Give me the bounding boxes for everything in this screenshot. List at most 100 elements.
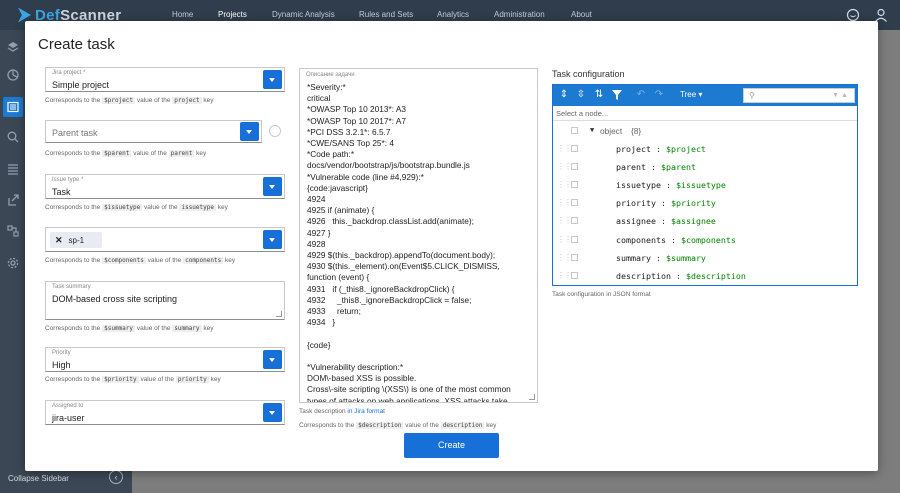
collapse-all-icon[interactable]: ⇳ — [575, 89, 587, 101]
sort-icon[interactable]: ⇅ — [593, 89, 605, 101]
projects-list-icon[interactable] — [3, 97, 23, 117]
jira-project-select[interactable]: Jira project * Simple project — [45, 67, 285, 92]
row-checkbox[interactable] — [571, 253, 578, 261]
field-value: Simple project — [52, 80, 110, 90]
tree-row[interactable]: ⋮⋮ description : $description — [553, 268, 857, 285]
notifications-icon[interactable] — [846, 8, 860, 22]
nav-administration[interactable]: Administration — [494, 10, 545, 19]
description-key-hint: Corresponds to the $description value of… — [299, 422, 497, 429]
tree-value: $parent — [660, 162, 696, 173]
drag-handle-icon[interactable]: ⋮⋮ — [557, 253, 572, 262]
drag-handle-icon[interactable]: ⋮⋮ — [557, 198, 572, 207]
tree-key: parent — [616, 162, 646, 173]
task-summary-textarea[interactable]: Task summary DOM-based cross site script… — [45, 281, 285, 320]
dashboard-chart-icon[interactable] — [7, 69, 19, 81]
row-checkbox[interactable] — [571, 181, 578, 189]
nav-home[interactable]: Home — [172, 10, 193, 19]
priority-select[interactable]: Priority High — [45, 347, 285, 372]
row-checkbox[interactable] — [571, 217, 578, 225]
nav-about[interactable]: About — [571, 10, 592, 19]
mode-select[interactable]: Tree ▾ — [680, 90, 702, 99]
nav-rules-and-sets[interactable]: Rules and Sets — [359, 10, 413, 19]
row-checkbox[interactable] — [571, 127, 578, 134]
field-label: Task summary — [52, 284, 91, 290]
components-select[interactable]: ✕ sp-1 — [45, 227, 285, 252]
list-icon[interactable] — [7, 163, 19, 175]
parent-task-select[interactable]: Parent task — [45, 120, 262, 143]
nav-projects[interactable]: Projects — [218, 10, 247, 19]
issuetype-hint: Corresponds to the $issuetype value of t… — [45, 204, 228, 211]
chevron-down-icon[interactable] — [263, 350, 282, 369]
expand-all-icon[interactable]: ⇕ — [558, 89, 570, 101]
caret-down-icon[interactable]: ▼ — [590, 126, 594, 134]
tree-value: $components — [680, 234, 736, 245]
json-search-input[interactable]: ⚲ ▼▲ — [743, 88, 855, 103]
description-hint: Task description in Jira format — [299, 408, 385, 415]
tree-key: priority — [616, 198, 656, 209]
tree-separator: : — [650, 252, 666, 263]
tree-value: $project — [665, 144, 706, 154]
summary-hint: Corresponds to the $summary value of the… — [45, 325, 214, 332]
search-scan-icon[interactable] — [7, 131, 19, 143]
tree-row[interactable]: ⋮⋮ issuetype : $issuetype — [553, 177, 857, 195]
chevron-down-icon[interactable] — [263, 403, 282, 422]
chevron-left-icon[interactable]: ‹ — [109, 470, 123, 484]
drag-handle-icon[interactable]: ⋮⋮ — [557, 144, 572, 153]
tree-separator: : — [670, 270, 686, 281]
tree-row[interactable]: ⋮⋮ priority : $priority — [553, 195, 857, 213]
nav-dynamic-analysis[interactable]: Dynamic Analysis — [272, 10, 335, 19]
tree-separator: : — [660, 180, 676, 191]
assigned-to-select[interactable]: Assigned to jira-user — [45, 400, 285, 425]
undo-icon[interactable]: ↶ — [635, 89, 647, 101]
drag-handle-icon[interactable]: ⋮⋮ — [557, 235, 572, 244]
filter-icon[interactable] — [611, 89, 623, 101]
tree-row[interactable]: ⋮⋮ project : $project — [553, 141, 857, 159]
resize-handle-icon[interactable] — [529, 394, 535, 400]
nav-analytics[interactable]: Analytics — [437, 10, 469, 19]
chevron-down-icon[interactable] — [263, 177, 282, 196]
drag-handle-icon[interactable]: ⋮⋮ — [557, 216, 572, 225]
field-value: DOM-based cross site scripting — [52, 294, 178, 304]
field-label: Описание задачи — [306, 72, 355, 78]
tree-row[interactable]: ⋮⋮ summary : $summary — [553, 250, 857, 268]
priority-hint: Corresponds to the $priority value of th… — [45, 376, 221, 383]
field-value: jira-user — [52, 413, 85, 423]
row-checkbox[interactable] — [571, 271, 578, 279]
integrations-icon[interactable] — [7, 225, 19, 237]
chevron-down-icon[interactable] — [263, 70, 282, 89]
components-hint: Corresponds to the $components value of … — [45, 257, 236, 264]
field-label: Jira project * — [52, 70, 86, 76]
drag-handle-icon[interactable]: ⋮⋮ — [557, 180, 572, 189]
jira-format-link[interactable]: in Jira format — [347, 408, 385, 415]
row-checkbox[interactable] — [571, 235, 578, 243]
user-profile-icon[interactable] — [874, 8, 888, 22]
issue-type-select[interactable]: Issue type * Task — [45, 174, 285, 199]
sidebar — [0, 30, 25, 493]
drag-handle-icon[interactable]: ⋮⋮ — [557, 162, 572, 171]
tree-key: components — [616, 234, 666, 245]
clear-parent-icon[interactable] — [269, 125, 281, 137]
export-icon[interactable] — [7, 194, 19, 206]
chevron-down-icon[interactable] — [240, 122, 259, 141]
row-checkbox[interactable] — [571, 145, 578, 152]
task-description-textarea[interactable]: Описание задачи *Severity:* critical *OW… — [299, 68, 538, 403]
tree-key: assignee — [616, 216, 656, 227]
tree-row[interactable]: ⋮⋮ assignee : $assignee — [553, 213, 857, 231]
tree-separator: : — [665, 234, 681, 245]
tree-root-row[interactable]: ▼ object {8} — [553, 123, 857, 141]
tree-separator: : — [645, 162, 661, 173]
row-checkbox[interactable] — [571, 199, 578, 207]
remove-chip-icon[interactable]: ✕ — [55, 235, 63, 246]
tree-row[interactable]: ⋮⋮ components : $components — [553, 232, 857, 250]
settings-gear-icon[interactable] — [7, 257, 19, 269]
layers-icon[interactable] — [7, 41, 19, 53]
resize-handle-icon[interactable] — [276, 311, 282, 317]
search-nav-arrows-icon[interactable]: ▼▲ — [832, 92, 850, 99]
row-checkbox[interactable] — [571, 163, 578, 171]
drag-handle-icon[interactable]: ⋮⋮ — [557, 271, 572, 280]
tree-row[interactable]: ⋮⋮ parent : $parent — [553, 159, 857, 177]
create-button[interactable]: Create — [404, 433, 499, 458]
redo-icon[interactable]: ↷ — [653, 89, 665, 101]
chevron-down-icon[interactable] — [263, 230, 282, 249]
node-navigation-bar[interactable]: Select a node... — [553, 106, 857, 121]
